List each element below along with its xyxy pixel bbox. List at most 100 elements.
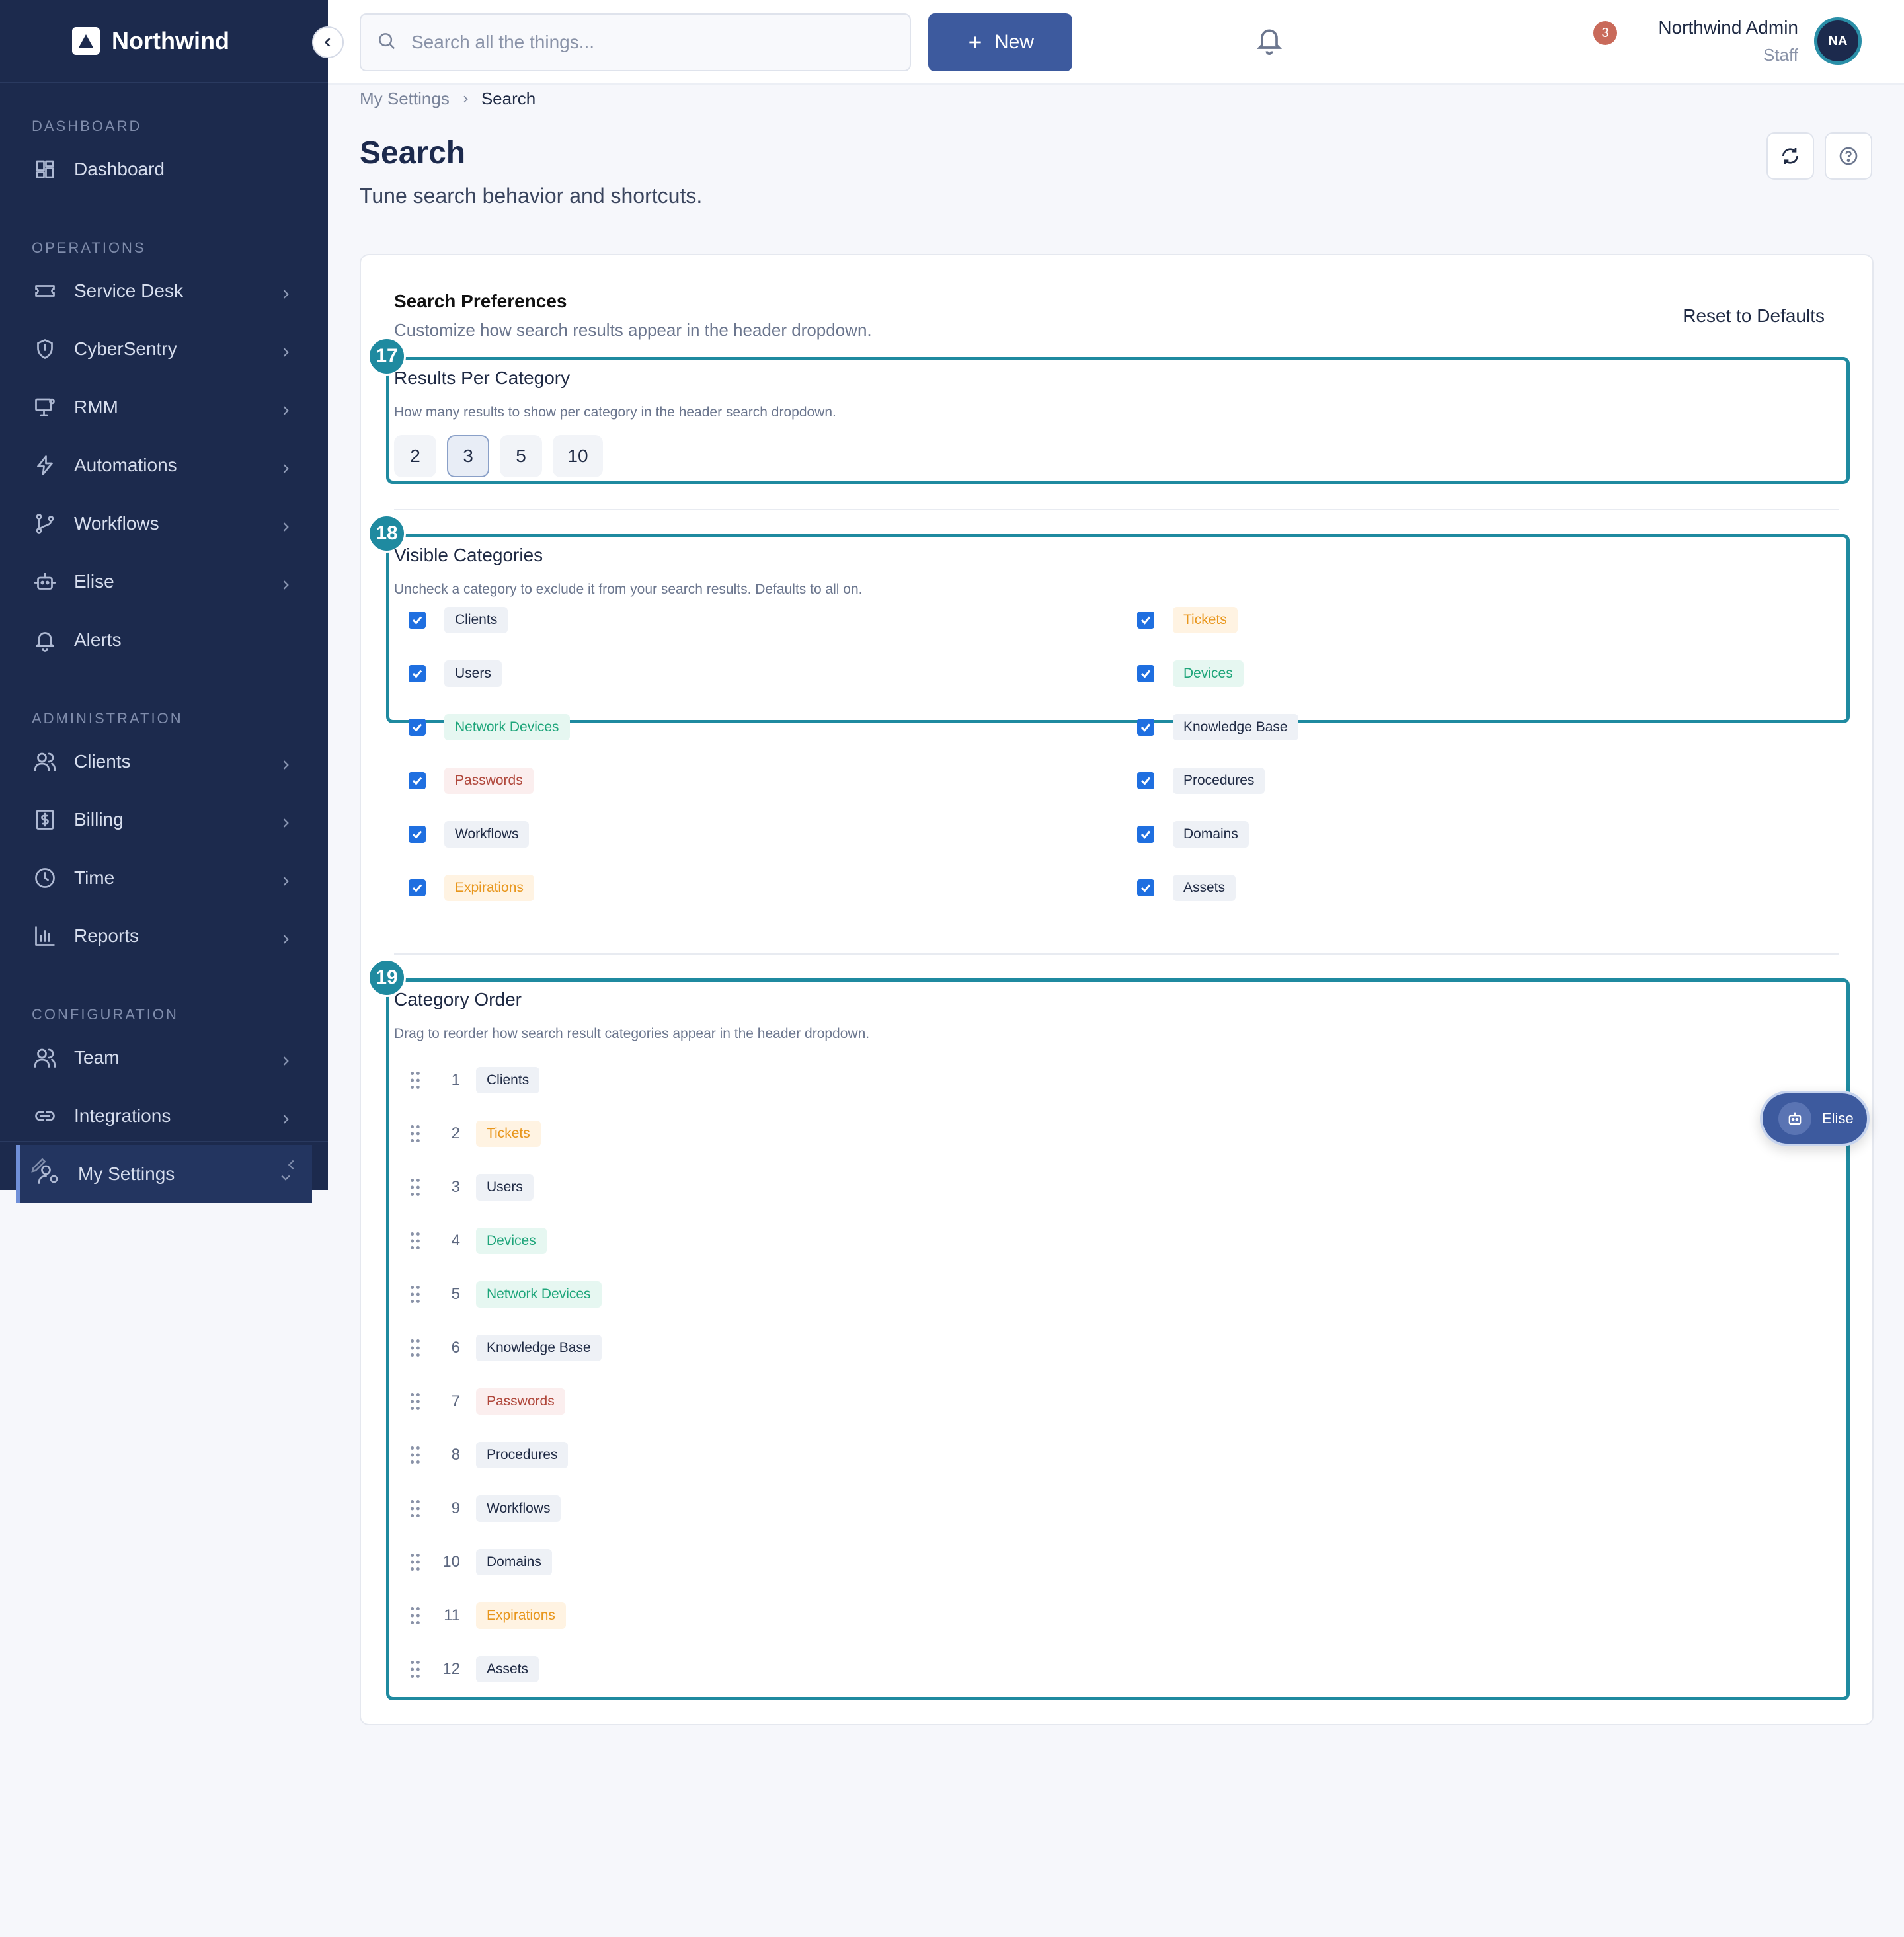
checkbox[interactable] (409, 612, 426, 629)
checkbox[interactable] (1137, 665, 1154, 682)
sidebar-item-cybersentry[interactable]: CyberSentry (0, 320, 328, 378)
checkbox[interactable] (409, 719, 426, 736)
checkbox[interactable] (1137, 612, 1154, 629)
sidebar-item-label: Workflows (74, 513, 159, 534)
breadcrumb-current: Search (481, 89, 536, 108)
sidebar-item-dashboard[interactable]: Dashboard (0, 140, 328, 198)
sidebar-item-label: Clients (74, 751, 131, 771)
checkbox[interactable] (1137, 719, 1154, 736)
checkbox[interactable] (409, 879, 426, 896)
sidebar-item-service-desk[interactable]: Service Desk (0, 262, 328, 320)
order-row[interactable]: 11 Expirations (407, 1600, 566, 1632)
order-row[interactable]: 4 Devices (407, 1225, 547, 1257)
sidebar-collapse-button[interactable] (312, 26, 344, 58)
sidebar-item-automations[interactable]: Automations (0, 436, 328, 494)
drag-handle-icon[interactable] (407, 1230, 423, 1251)
sidebar-item-time[interactable]: Time (0, 849, 328, 907)
results-option-3[interactable]: 3 (447, 435, 489, 477)
drag-handle-icon[interactable] (407, 1177, 423, 1198)
order-row[interactable]: 3 Users (407, 1171, 534, 1203)
sidebar-item-label: Billing (74, 809, 124, 830)
category-toggle-network-devices[interactable]: Network Devices (409, 714, 570, 740)
category-toggle-knowledge-base[interactable]: Knowledge Base (1137, 714, 1298, 740)
sidebar-item-reports[interactable]: Reports (0, 907, 328, 965)
sidebar-item-team[interactable]: Team (0, 1029, 328, 1087)
drag-handle-icon[interactable] (407, 1391, 423, 1412)
global-search[interactable] (360, 13, 911, 71)
order-row[interactable]: 9 Workflows (407, 1493, 561, 1524)
results-option-5[interactable]: 5 (500, 435, 542, 477)
user-name[interactable]: Northwind Admin (1658, 17, 1798, 38)
category-tag: Passwords (444, 768, 534, 794)
sidebar-item-rmm[interactable]: RMM (0, 378, 328, 436)
new-button[interactable]: New (928, 13, 1072, 71)
order-row[interactable]: 5 Network Devices (407, 1279, 602, 1310)
sidebar-item-alerts[interactable]: Alerts (0, 611, 328, 669)
order-row[interactable]: 1 Clients (407, 1064, 540, 1096)
drag-handle-icon[interactable] (407, 1337, 423, 1359)
page-title: Search (360, 136, 466, 171)
sidebar-item-label: Dashboard (74, 159, 165, 179)
dollar-icon (32, 807, 58, 833)
sidebar-item-label: Elise (74, 571, 114, 592)
category-toggle-users[interactable]: Users (409, 660, 502, 687)
elise-assistant-button[interactable]: Elise (1760, 1091, 1870, 1146)
order-row[interactable]: 6 Knowledge Base (407, 1332, 602, 1364)
drag-handle-icon[interactable] (407, 1605, 423, 1626)
avatar[interactable]: NA (1814, 17, 1862, 65)
drag-handle-icon[interactable] (407, 1498, 423, 1519)
page-subtitle: Tune search behavior and shortcuts. (360, 184, 703, 208)
brand[interactable]: Northwind (0, 0, 328, 83)
edit-icon[interactable] (29, 1155, 49, 1178)
order-row[interactable]: 2 Tickets (407, 1118, 541, 1150)
notifications-bell-icon[interactable] (1255, 24, 1294, 63)
checkbox[interactable] (1137, 826, 1154, 843)
category-toggle-clients[interactable]: Clients (409, 607, 508, 633)
drag-handle-icon[interactable] (407, 1284, 423, 1305)
results-option-10[interactable]: 10 (553, 435, 603, 477)
category-toggle-devices[interactable]: Devices (1137, 660, 1244, 687)
checkbox[interactable] (1137, 879, 1154, 896)
sidebar-item-elise[interactable]: Elise (0, 553, 328, 611)
drag-handle-icon[interactable] (407, 1123, 423, 1144)
chevron-left-icon[interactable] (284, 1158, 299, 1175)
drag-handle-icon[interactable] (407, 1444, 423, 1466)
category-toggle-procedures[interactable]: Procedures (1137, 768, 1265, 794)
checkbox[interactable] (409, 665, 426, 682)
help-button[interactable] (1825, 132, 1872, 180)
sidebar-item-clients[interactable]: Clients (0, 732, 328, 791)
order-row[interactable]: 7 Passwords (407, 1386, 565, 1417)
drag-handle-icon[interactable] (407, 1070, 423, 1091)
topbar: New 3 Northwind Admin Staff NA (328, 0, 1904, 85)
category-toggle-passwords[interactable]: Passwords (409, 768, 534, 794)
drag-handle-icon[interactable] (407, 1659, 423, 1680)
sidebar-item-label: CyberSentry (74, 338, 177, 359)
checkbox[interactable] (409, 772, 426, 789)
reset-defaults-button[interactable]: Reset to Defaults (1683, 305, 1825, 327)
chevron-right-icon (279, 517, 292, 532)
search-preferences-card: Search Preferences Customize how search … (360, 254, 1874, 1725)
search-input[interactable] (411, 32, 887, 53)
category-order-description: Drag to reorder how search result catego… (394, 1026, 870, 1041)
sidebar-item-billing[interactable]: Billing (0, 791, 328, 849)
category-toggle-tickets[interactable]: Tickets (1137, 607, 1238, 633)
refresh-button[interactable] (1766, 132, 1814, 180)
category-tag: Expirations (476, 1602, 566, 1629)
category-toggle-domains[interactable]: Domains (1137, 821, 1249, 848)
category-toggle-workflows[interactable]: Workflows (409, 821, 530, 848)
checkbox[interactable] (1137, 772, 1154, 789)
order-row[interactable]: 10 Domains (407, 1546, 552, 1578)
order-row[interactable]: 12 Assets (407, 1653, 539, 1685)
sidebar-item-integrations[interactable]: Integrations (0, 1087, 328, 1145)
drag-handle-icon[interactable] (407, 1552, 423, 1573)
checkbox[interactable] (409, 826, 426, 843)
order-row[interactable]: 8 Procedures (407, 1439, 569, 1471)
category-tag: Domains (1173, 821, 1249, 848)
category-toggle-assets[interactable]: Assets (1137, 875, 1236, 901)
order-number: 8 (451, 1446, 460, 1464)
results-option-2[interactable]: 2 (394, 435, 436, 477)
divider (394, 953, 1839, 955)
sidebar-item-workflows[interactable]: Workflows (0, 494, 328, 553)
category-toggle-expirations[interactable]: Expirations (409, 875, 534, 901)
breadcrumb-parent[interactable]: My Settings (360, 89, 450, 109)
